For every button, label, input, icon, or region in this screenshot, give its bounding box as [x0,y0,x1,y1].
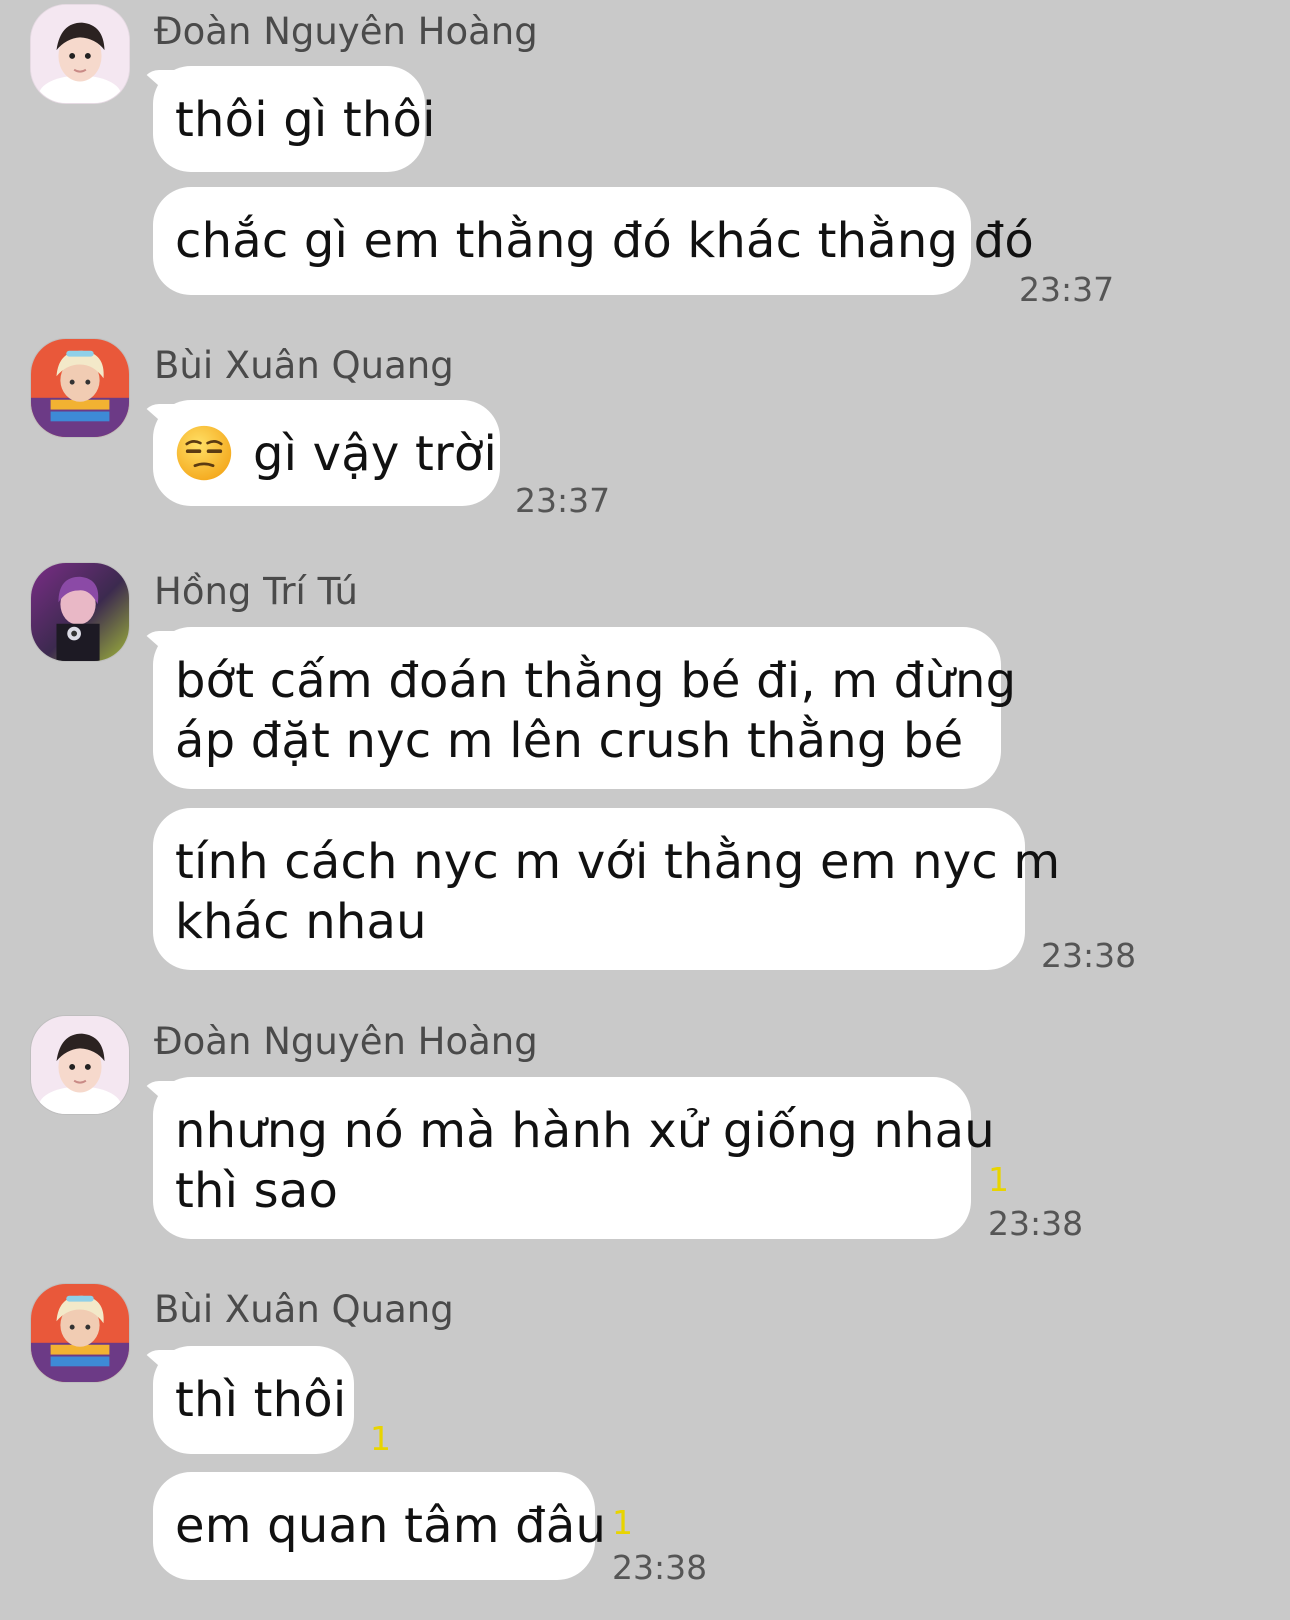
message-text: thôi gì thôi [175,92,436,148]
unread-count: 1 [988,1160,1009,1199]
avatar-portrait-icon [31,339,129,437]
sender-name: Bùi Xuân Quang [154,1288,454,1331]
message-timestamp: 23:38 [1041,936,1137,975]
avatar-portrait-icon [31,1284,129,1382]
message-text: em quan tâm đâu [175,1498,607,1554]
message-timestamp: 23:38 [612,1548,708,1587]
message-timestamp: 23:38 [988,1204,1084,1243]
message-text: chắc gì em thằng đó khác thằng đó [175,213,1034,269]
avatar-bui-xuan-quang[interactable] [30,338,130,438]
message-bubble[interactable]: thôi gì thôi [153,66,435,172]
message-text-line: bớt cấm đoán thằng bé đi, m đừng [175,653,1017,709]
message-bubble[interactable]: nhưng nó mà hành xử giống nhau thì sao [153,1077,995,1239]
message-text-line: thì sao [175,1163,339,1219]
sender-name: Hồng Trí Tú [154,570,359,613]
message-bubble[interactable]: bớt cấm đoán thằng bé đi, m đừng áp đặt … [153,627,1017,789]
message-bubble[interactable]: thì thôi [153,1346,354,1454]
sender-name: Bùi Xuân Quang [154,344,454,387]
message-text: thì thôi [175,1372,347,1428]
message-bubble[interactable]: gì vậy trời [153,400,500,506]
message-text-line: tính cách nyc m với thằng em nyc m [175,834,1061,890]
avatar-portrait-icon [31,5,129,103]
unread-count: 1 [612,1503,633,1542]
unamused-face-icon [176,425,232,481]
avatar-portrait-icon [31,563,129,661]
avatar-hong-tri-tu[interactable] [30,562,130,662]
sender-name: Đoàn Nguyên Hoàng [154,1020,538,1063]
avatar-doan-nguyen-hoang[interactable] [30,4,130,104]
avatar-doan-nguyen-hoang[interactable] [30,1015,130,1115]
message-timestamp: 23:37 [1019,270,1115,309]
message-text: gì vậy trời [253,426,498,482]
message-text-line: áp đặt nyc m lên crush thằng bé [175,713,964,769]
message-bubble[interactable]: chắc gì em thằng đó khác thằng đó [153,187,1034,295]
message-text-line: khác nhau [175,894,427,950]
message-text-line: nhưng nó mà hành xử giống nhau [175,1103,995,1159]
message-bubble[interactable]: em quan tâm đâu [153,1472,606,1580]
avatar-bui-xuan-quang[interactable] [30,1283,130,1383]
message-timestamp: 23:37 [515,481,611,520]
sender-name: Đoàn Nguyên Hoàng [154,10,538,53]
message-bubble[interactable]: tính cách nyc m với thằng em nyc m khác … [153,808,1061,970]
avatar-portrait-icon [31,1016,129,1114]
unread-count: 1 [370,1419,391,1458]
